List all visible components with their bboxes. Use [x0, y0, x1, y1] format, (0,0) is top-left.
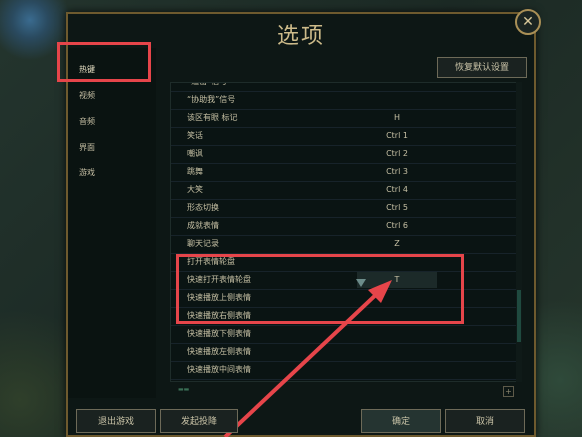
- cursor-icon: [356, 279, 366, 287]
- exit-game-button[interactable]: 退出游戏: [76, 409, 156, 433]
- cancel-button[interactable]: 取消: [445, 409, 525, 433]
- annotation-arrow: [223, 280, 392, 437]
- surrender-button[interactable]: 发起投降: [160, 409, 238, 433]
- ok-button[interactable]: 确定: [361, 409, 441, 433]
